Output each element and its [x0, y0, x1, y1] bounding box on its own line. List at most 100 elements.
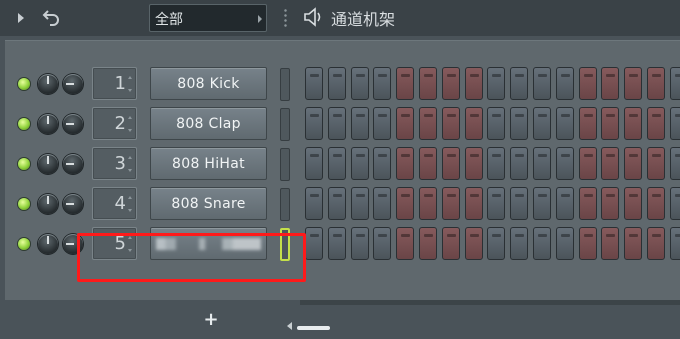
channel-select-indicator[interactable]: [280, 108, 290, 141]
step-button[interactable]: [555, 187, 574, 220]
volume-knob[interactable]: [38, 154, 58, 174]
step-button[interactable]: [441, 67, 460, 100]
undo-icon[interactable]: [42, 6, 62, 28]
mute-led[interactable]: [18, 198, 30, 210]
step-button[interactable]: [464, 187, 483, 220]
step-button[interactable]: [464, 147, 483, 180]
step-button[interactable]: [647, 227, 665, 260]
horizontal-scrollbar-thumb[interactable]: [297, 326, 330, 330]
step-button[interactable]: [510, 107, 529, 140]
volume-knob[interactable]: [38, 74, 58, 94]
step-button[interactable]: [441, 227, 460, 260]
step-button[interactable]: [510, 227, 529, 260]
step-button[interactable]: [305, 147, 323, 180]
step-button[interactable]: [533, 107, 551, 140]
step-button[interactable]: [350, 107, 369, 140]
step-button[interactable]: [441, 107, 460, 140]
step-button[interactable]: [601, 147, 620, 180]
step-button[interactable]: [555, 107, 574, 140]
mute-led[interactable]: [18, 238, 30, 250]
step-button[interactable]: [373, 147, 392, 180]
step-button[interactable]: [464, 67, 483, 100]
pan-knob[interactable]: [63, 154, 83, 174]
step-button[interactable]: [578, 147, 597, 180]
step-button[interactable]: [669, 107, 680, 140]
step-button[interactable]: [487, 227, 506, 260]
step-button[interactable]: [555, 67, 574, 100]
step-button[interactable]: [601, 227, 620, 260]
step-button[interactable]: [396, 147, 415, 180]
step-button[interactable]: [647, 187, 665, 220]
step-button[interactable]: [305, 67, 323, 100]
step-button[interactable]: [624, 187, 643, 220]
step-button[interactable]: [601, 107, 620, 140]
channel-name-button[interactable]: 808 HiHat: [150, 147, 267, 180]
step-button[interactable]: [441, 147, 460, 180]
step-button[interactable]: [396, 187, 415, 220]
step-button[interactable]: [510, 67, 529, 100]
step-button[interactable]: [441, 187, 460, 220]
step-button[interactable]: [350, 147, 369, 180]
step-button[interactable]: [578, 67, 597, 100]
step-button[interactable]: [555, 227, 574, 260]
step-button[interactable]: [327, 227, 346, 260]
step-button[interactable]: [327, 107, 346, 140]
step-button[interactable]: [464, 227, 483, 260]
step-button[interactable]: [624, 147, 643, 180]
step-button[interactable]: [373, 107, 392, 140]
step-button[interactable]: [327, 147, 346, 180]
mute-led[interactable]: [18, 118, 30, 130]
step-button[interactable]: [533, 147, 551, 180]
step-button[interactable]: [419, 227, 437, 260]
step-button[interactable]: [464, 107, 483, 140]
speaker-icon[interactable]: [303, 6, 327, 28]
mute-led[interactable]: [18, 158, 30, 170]
step-button[interactable]: [578, 107, 597, 140]
step-button[interactable]: [350, 187, 369, 220]
step-button[interactable]: [396, 67, 415, 100]
step-button[interactable]: [533, 227, 551, 260]
channel-select-indicator[interactable]: [280, 148, 290, 181]
volume-knob[interactable]: [38, 194, 58, 214]
step-button[interactable]: [647, 107, 665, 140]
step-button[interactable]: [419, 147, 437, 180]
mixer-track-selector[interactable]: 3: [92, 147, 137, 180]
step-button[interactable]: [578, 227, 597, 260]
step-button[interactable]: [669, 227, 680, 260]
step-button[interactable]: [510, 187, 529, 220]
step-button[interactable]: [373, 187, 392, 220]
channel-name-button[interactable]: 808 Kick: [150, 67, 267, 100]
step-button[interactable]: [327, 187, 346, 220]
step-button[interactable]: [350, 67, 369, 100]
step-button[interactable]: [373, 227, 392, 260]
step-button[interactable]: [487, 107, 506, 140]
step-button[interactable]: [669, 67, 680, 100]
step-button[interactable]: [624, 67, 643, 100]
step-button[interactable]: [533, 187, 551, 220]
step-button[interactable]: [487, 187, 506, 220]
pan-knob[interactable]: [63, 114, 83, 134]
volume-knob[interactable]: [38, 234, 58, 254]
step-button[interactable]: [396, 227, 415, 260]
volume-knob[interactable]: [38, 114, 58, 134]
step-button[interactable]: [601, 187, 620, 220]
drag-handle-icon[interactable]: [284, 8, 287, 28]
step-button[interactable]: [647, 147, 665, 180]
channel-select-indicator[interactable]: [280, 68, 290, 101]
add-channel-button[interactable]: +: [200, 309, 222, 331]
pan-knob[interactable]: [63, 74, 83, 94]
step-button[interactable]: [601, 67, 620, 100]
step-button[interactable]: [373, 67, 392, 100]
channel-name-button[interactable]: 808 Snare: [150, 187, 267, 220]
step-button[interactable]: [510, 147, 529, 180]
play-icon[interactable]: [18, 13, 24, 23]
step-button[interactable]: [419, 107, 437, 140]
mixer-track-selector[interactable]: 4: [92, 187, 137, 220]
step-button[interactable]: [305, 227, 323, 260]
channel-select-indicator[interactable]: [280, 188, 290, 221]
pattern-scrollbar-track[interactable]: [300, 300, 680, 305]
scroll-left-icon[interactable]: [287, 322, 292, 330]
step-button[interactable]: [419, 187, 437, 220]
step-button[interactable]: [487, 147, 506, 180]
pan-knob[interactable]: [63, 194, 83, 214]
